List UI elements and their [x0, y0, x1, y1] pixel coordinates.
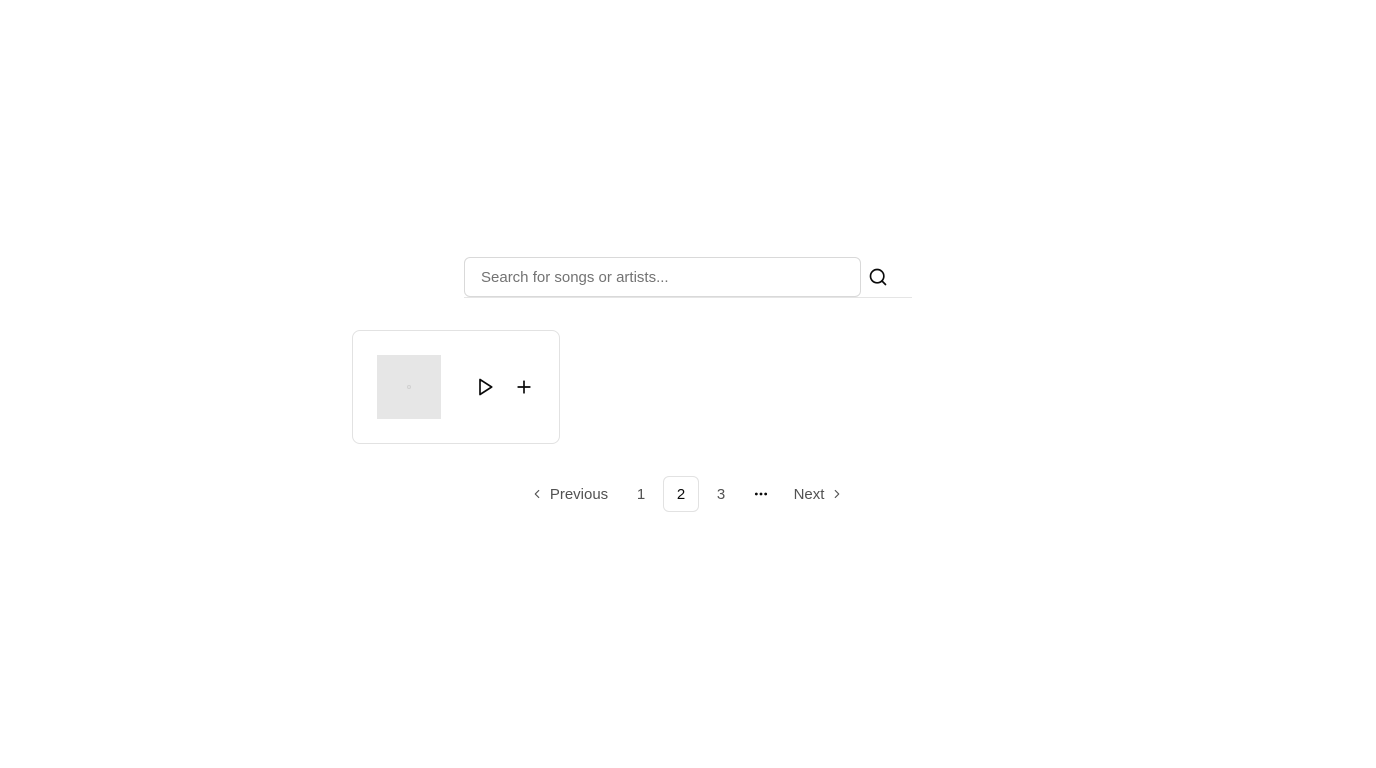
search-input[interactable]	[464, 257, 861, 297]
album-thumbnail	[377, 355, 441, 419]
chevron-right-icon	[835, 489, 840, 499]
page-number: 3	[716, 485, 726, 503]
play-button[interactable]	[473, 375, 497, 399]
search-bar	[464, 257, 912, 298]
plus-icon	[517, 380, 531, 394]
search-button[interactable]	[866, 265, 890, 289]
next-page-button[interactable]: Next	[788, 476, 850, 512]
search-icon	[869, 268, 887, 286]
previous-page-button[interactable]: Previous	[526, 476, 612, 512]
play-icon	[479, 378, 493, 396]
page-2-button[interactable]: 2	[663, 476, 699, 512]
chevron-left-icon	[534, 489, 540, 499]
page-1-button[interactable]: 1	[623, 476, 659, 512]
more-horizontal-icon	[754, 492, 768, 496]
album-placeholder-icon	[407, 385, 411, 389]
add-to-playlist-button[interactable]	[512, 375, 536, 399]
page-3-button[interactable]: 3	[703, 476, 739, 512]
pagination-ellipsis	[743, 476, 779, 512]
previous-label: Previous	[549, 485, 609, 503]
page-number: 2	[676, 485, 686, 503]
pagination: Previous 1 2 3 Next	[0, 476, 1376, 512]
next-label: Next	[793, 485, 825, 503]
page-number: 1	[636, 485, 646, 503]
song-card	[352, 330, 560, 444]
